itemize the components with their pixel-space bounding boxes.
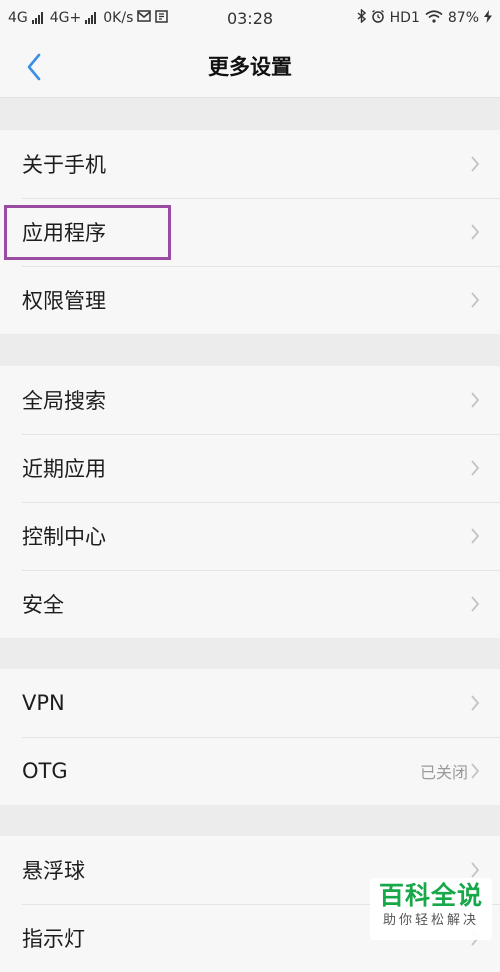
hd-indicator: HD1: [389, 10, 420, 26]
settings-group-connections: VPN OTG 已关闭: [0, 669, 500, 805]
settings-item-recent-apps[interactable]: 近期应用: [0, 434, 500, 502]
settings-item-permissions[interactable]: 权限管理: [0, 266, 500, 334]
settings-item-label: VPN: [22, 691, 65, 715]
settings-item-label: 近期应用: [22, 457, 106, 481]
watermark-subtitle: 助你轻松解决: [382, 913, 479, 928]
chevron-right-icon: [471, 392, 480, 408]
chevron-right-icon: [471, 292, 480, 308]
chevron-right-icon: [471, 156, 480, 172]
status-bar: 4G 4G+ 0K/s 03:28 HD1 87%: [0, 0, 500, 36]
notification-icon: [155, 9, 169, 27]
chevron-right-icon: [471, 596, 480, 612]
page-title: 更多设置: [208, 55, 292, 79]
settings-item-vpn[interactable]: VPN: [0, 669, 500, 737]
settings-group-system: 全局搜索 近期应用 控制中心 安全: [0, 366, 500, 638]
watermark-title: 百科全说: [378, 881, 483, 910]
mail-icon: [137, 10, 152, 26]
chevron-right-icon: [471, 862, 480, 878]
chevron-right-icon: [471, 528, 480, 544]
chevron-right-icon: [471, 763, 480, 779]
network-type-1: 4G: [8, 10, 28, 26]
network-type-2: 4G+: [49, 10, 82, 26]
settings-group-device: 关于手机 应用程序 权限管理: [0, 130, 500, 334]
settings-item-security[interactable]: 安全: [0, 570, 500, 638]
network-speed: 0K/s: [103, 10, 134, 26]
chevron-right-icon: [471, 695, 480, 711]
signal-icon-2: [85, 12, 97, 24]
settings-item-label: 全局搜索: [22, 389, 106, 413]
settings-item-label: 权限管理: [22, 289, 106, 313]
settings-item-label: 应用程序: [22, 221, 106, 245]
settings-item-about-phone[interactable]: 关于手机: [0, 130, 500, 198]
chevron-right-icon: [471, 460, 480, 476]
settings-item-global-search[interactable]: 全局搜索: [0, 366, 500, 434]
settings-item-otg[interactable]: OTG 已关闭: [0, 737, 500, 805]
charging-icon: [484, 9, 492, 27]
settings-item-label: 安全: [22, 593, 64, 617]
settings-item-label: OTG: [22, 759, 68, 783]
alarm-icon: [371, 9, 385, 27]
settings-item-label: 控制中心: [22, 525, 106, 549]
settings-item-control-center[interactable]: 控制中心: [0, 502, 500, 570]
battery-percent: 87%: [447, 10, 479, 26]
settings-item-label: 悬浮球: [22, 859, 85, 883]
settings-item-label: 指示灯: [22, 927, 85, 951]
settings-item-label: 关于手机: [22, 153, 106, 177]
header-bar: 更多设置: [0, 36, 500, 98]
signal-icon: [31, 12, 43, 24]
wifi-icon: [425, 9, 443, 27]
settings-item-applications[interactable]: 应用程序: [0, 198, 500, 266]
watermark-logo: 百科全说 助你轻松解决: [370, 878, 492, 940]
chevron-right-icon: [471, 224, 480, 240]
otg-status-value: 已关闭: [419, 763, 468, 782]
bluetooth-icon: [357, 8, 366, 27]
